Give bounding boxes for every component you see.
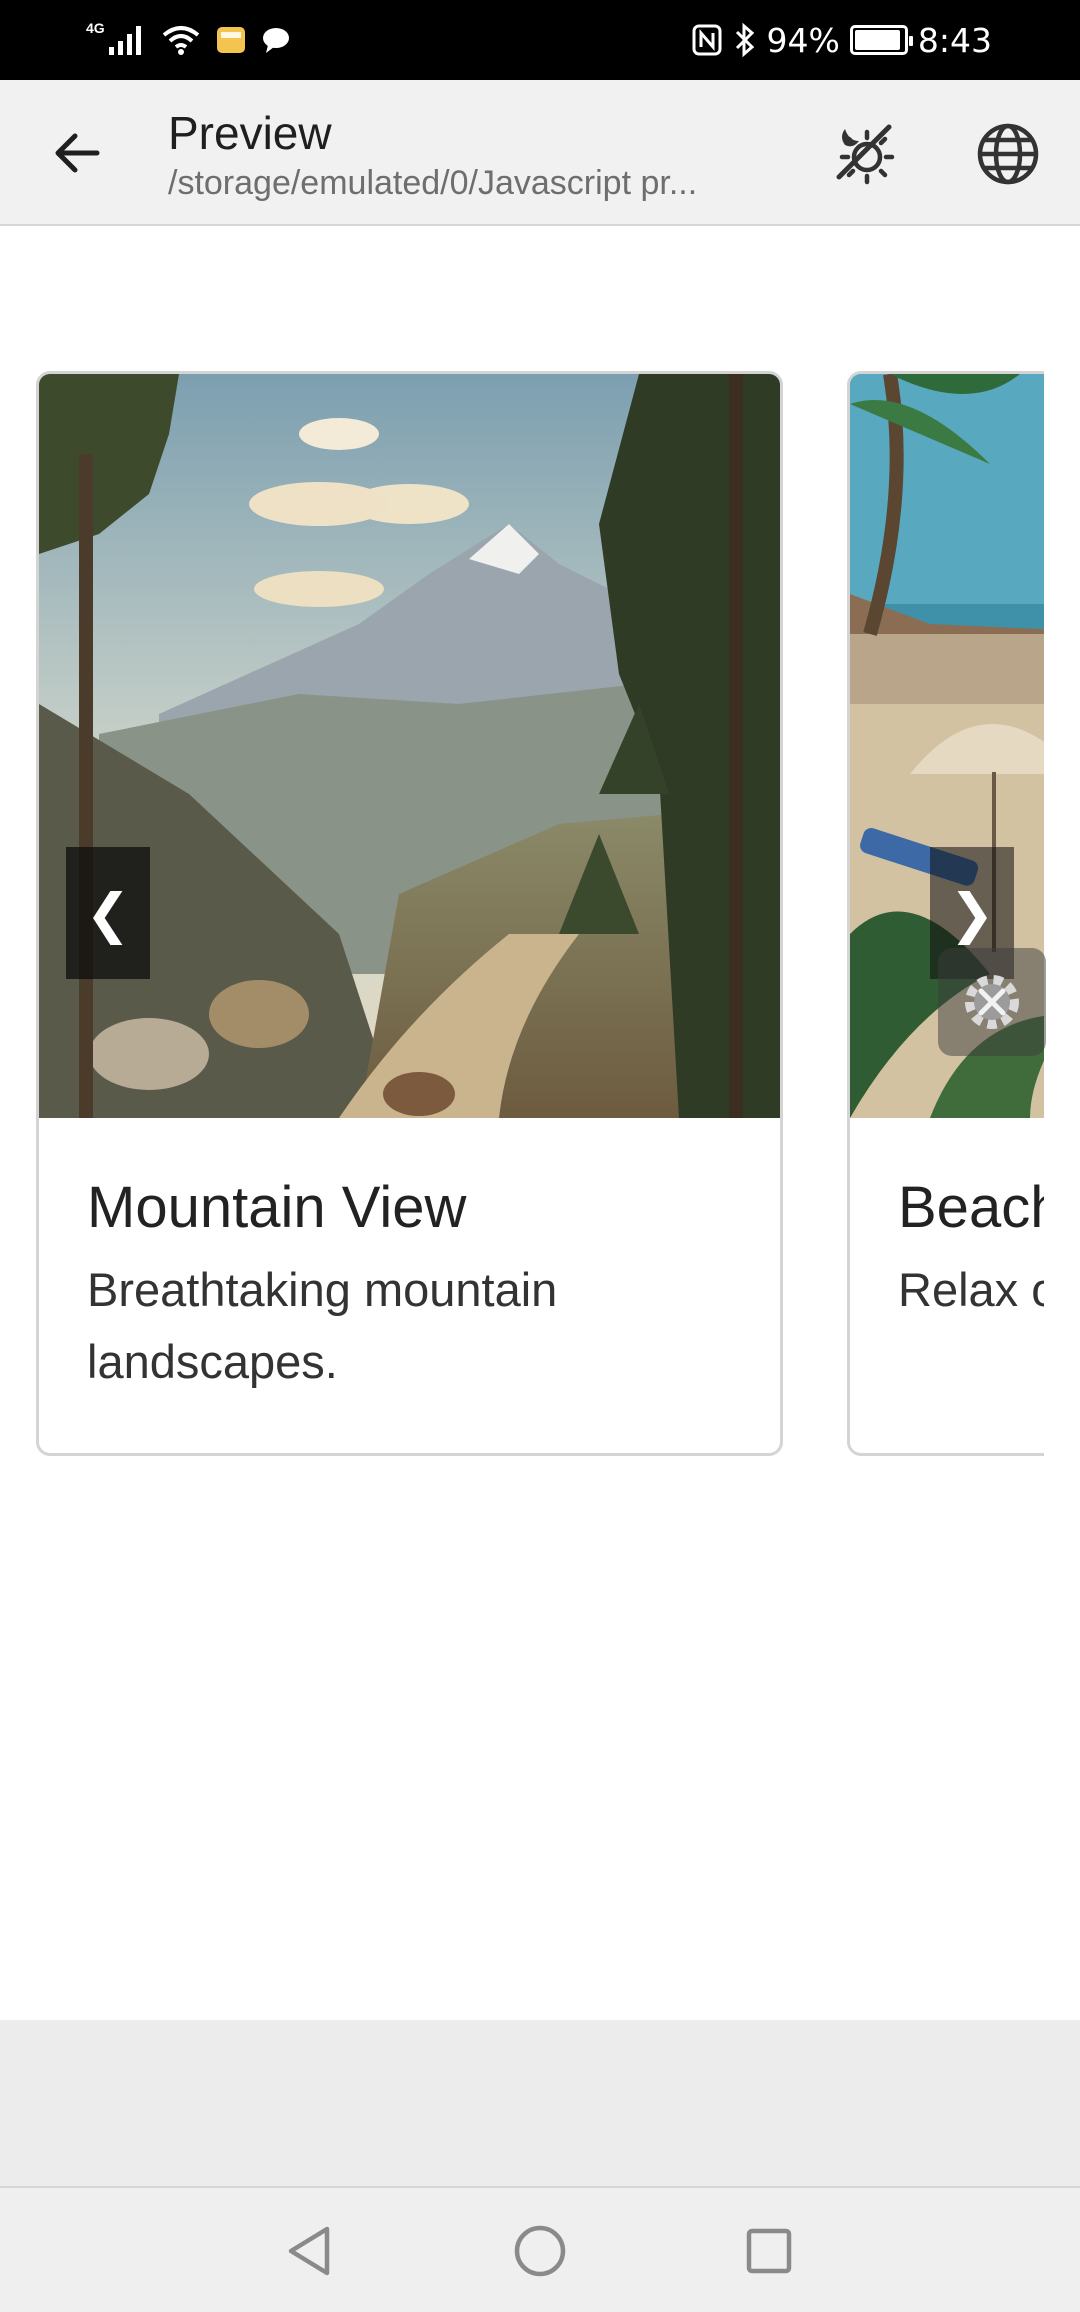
clock: 8:43: [917, 20, 992, 60]
triangle-back-icon: [288, 2226, 330, 2276]
card-title: Beach: [898, 1175, 1044, 1240]
page-title: Preview: [168, 107, 332, 159]
system-home-button[interactable]: [505, 2216, 575, 2286]
mountain-landscape-image: [39, 374, 780, 1118]
bottom-area: [0, 2020, 1080, 2186]
card-description: Relax on the beaches: [898, 1263, 1044, 1316]
battery-percent: 94%: [766, 20, 840, 60]
card-description: Breathtaking mountain landscapes.: [87, 1263, 558, 1388]
file-path-subtitle: /storage/emulated/0/Javascript pr...: [168, 164, 698, 202]
battery-level-fill: [854, 30, 900, 50]
back-button[interactable]: [44, 120, 110, 186]
notification-app-icon: [216, 27, 245, 53]
arrow-back-icon: [55, 133, 100, 173]
status-left-icons: 4G: [86, 18, 291, 62]
carousel-prev-button[interactable]: ❮: [66, 847, 150, 979]
theme-toggle-button[interactable]: [828, 116, 900, 188]
carousel: Mountain View Breathtaking mountain land…: [0, 226, 1080, 2020]
status-right-icons: 94% 8:43: [691, 18, 992, 62]
chat-bubble-icon: [262, 28, 289, 53]
card-title: Mountain View: [87, 1175, 467, 1240]
status-bar: 4G 94% 8:43: [0, 0, 1080, 80]
app-bar: Preview /storage/emulated/0/Javascript p…: [0, 80, 1080, 226]
system-recent-button[interactable]: [734, 2216, 804, 2286]
network-type-label: 4G: [86, 20, 105, 36]
system-back-button[interactable]: [274, 2216, 344, 2286]
bluetooth-icon: [735, 22, 754, 58]
settings-fab[interactable]: [938, 948, 1046, 1056]
system-nav-bar: [0, 2186, 1080, 2312]
globe-icon: [977, 123, 1039, 185]
nfc-icon: [692, 24, 722, 56]
battery-icon: [849, 25, 913, 55]
circle-home-icon: [514, 2225, 566, 2277]
chevron-left-icon: ❮: [85, 881, 131, 945]
signal-icon: [108, 26, 141, 55]
globe-button[interactable]: [972, 118, 1044, 190]
wifi-icon: [162, 26, 199, 55]
square-recent-icon: [746, 2228, 792, 2274]
settings-tools-icon: [965, 975, 1019, 1029]
carousel-track: Mountain View Breathtaking mountain land…: [0, 226, 1044, 1456]
chevron-right-icon: ❯: [949, 881, 995, 945]
theme-toggle-icon: [836, 124, 895, 185]
